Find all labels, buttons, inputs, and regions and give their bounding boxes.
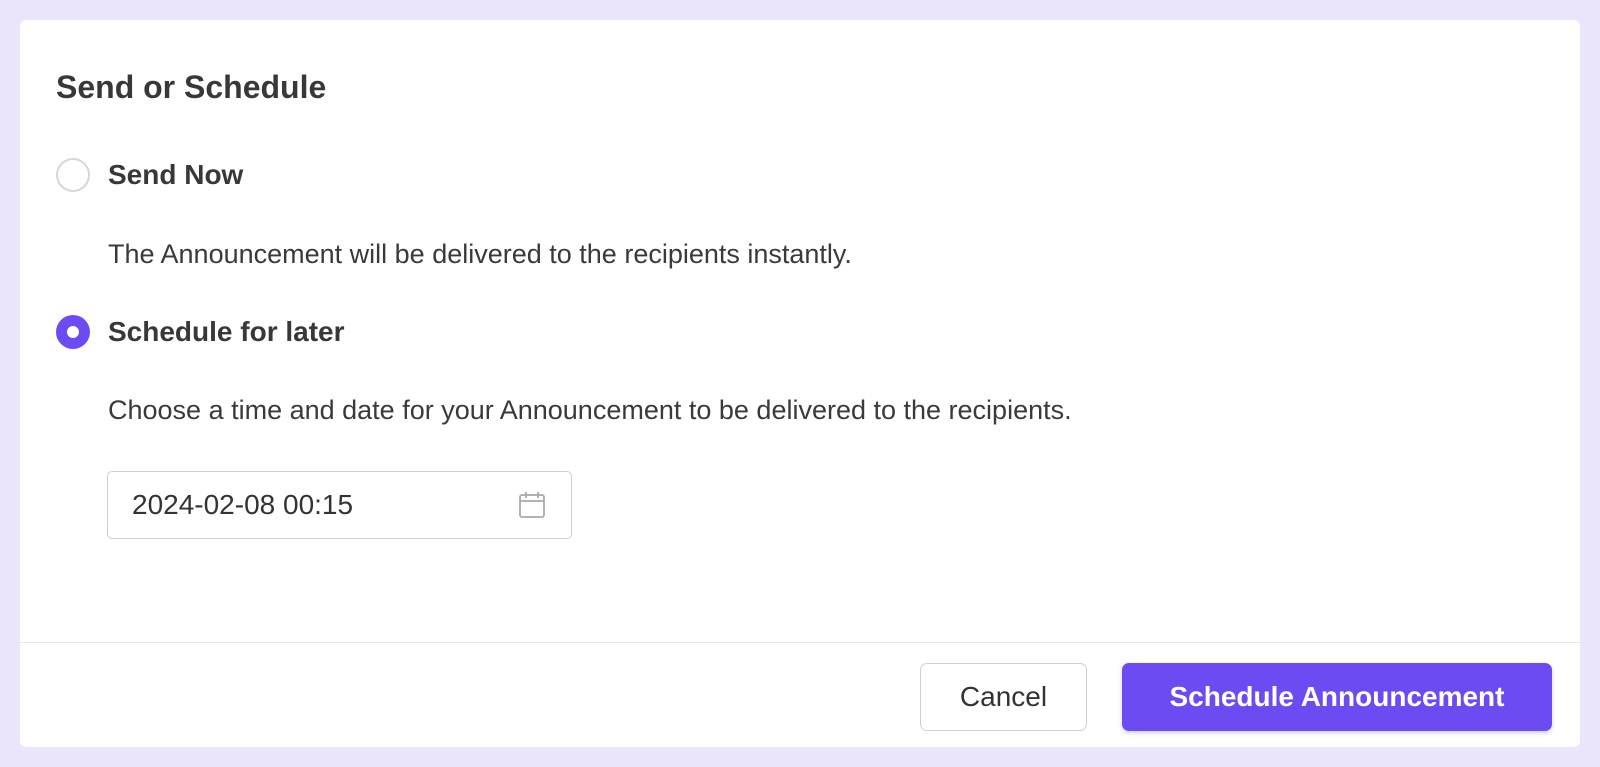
schedule-later-option[interactable]: Schedule for later: [56, 315, 345, 349]
send-now-radio[interactable]: [56, 158, 90, 192]
schedule-later-radio[interactable]: [56, 315, 90, 349]
send-schedule-dialog: Send or Schedule Send Now The Announceme…: [20, 20, 1580, 747]
cancel-button[interactable]: Cancel: [920, 663, 1087, 731]
datetime-input[interactable]: 2024-02-08 00:15: [107, 471, 572, 539]
dialog-title: Send or Schedule: [56, 69, 327, 105]
calendar-icon[interactable]: [517, 490, 547, 520]
schedule-announcement-button[interactable]: Schedule Announcement: [1122, 663, 1552, 731]
schedule-later-label[interactable]: Schedule for later: [108, 316, 345, 348]
send-now-label[interactable]: Send Now: [108, 159, 243, 191]
send-now-description: The Announcement will be delivered to th…: [108, 239, 852, 269]
footer-divider: [20, 642, 1580, 643]
datetime-value[interactable]: 2024-02-08 00:15: [132, 489, 517, 521]
send-now-option[interactable]: Send Now: [56, 158, 243, 192]
schedule-later-description: Choose a time and date for your Announce…: [108, 395, 1072, 425]
